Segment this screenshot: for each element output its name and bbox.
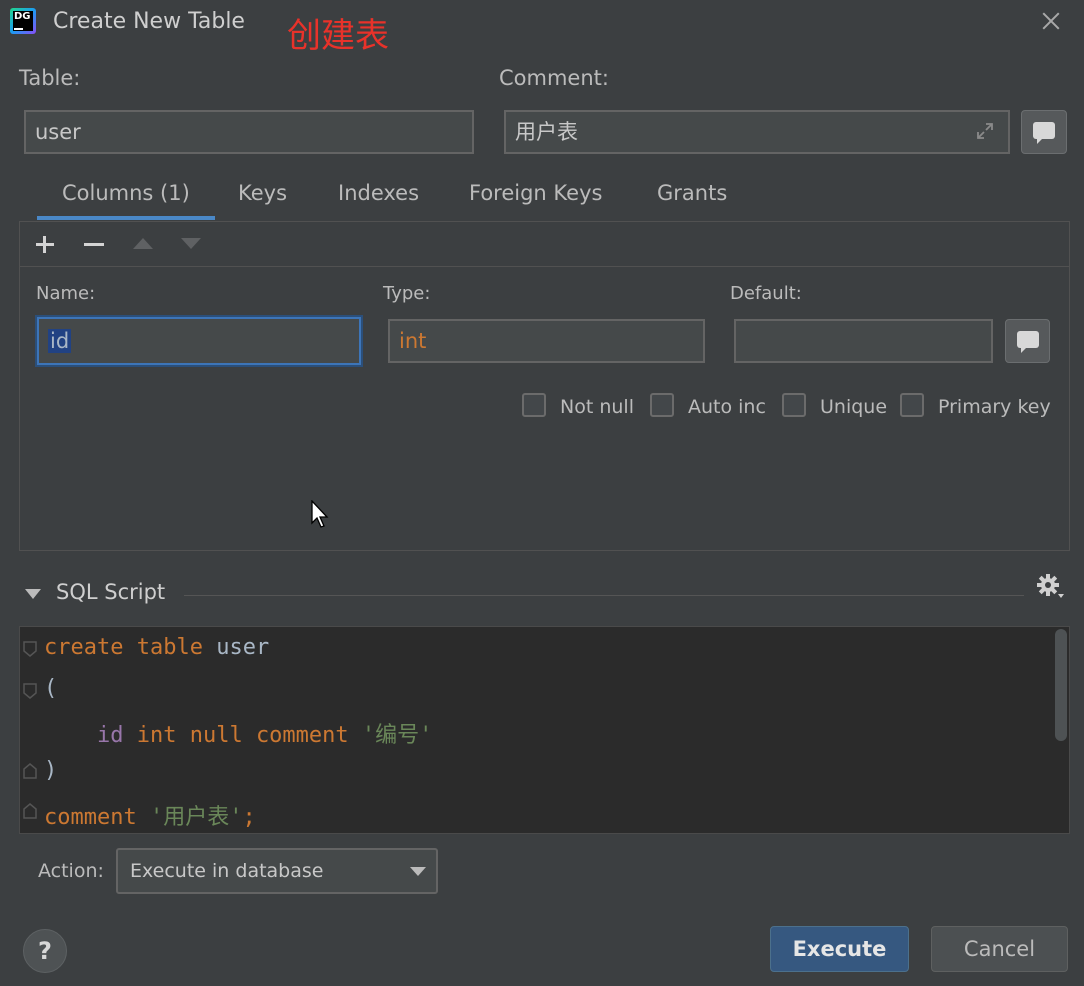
column-type-input[interactable]: int [388,319,705,363]
primary-key-checkbox[interactable] [900,393,924,417]
code-line: create table user [44,635,270,660]
column-name-input[interactable]: id [37,317,361,365]
window-title: Create New Table [53,9,245,34]
fold-icon[interactable] [23,641,37,657]
editor-scrollbar[interactable] [1055,629,1067,741]
sql-script-title: SQL Script [56,580,166,604]
action-label: Action: [38,860,104,882]
comment-bubble-icon [1033,122,1055,144]
action-selected-value: Execute in database [130,860,324,882]
columns-panel [19,221,1070,551]
tab-columns[interactable]: Columns (1) [62,181,190,205]
tab-keys[interactable]: Keys [238,181,287,205]
table-label: Table: [19,66,81,90]
code-line: ( [44,676,58,701]
add-column-icon[interactable] [32,231,58,257]
type-label: Type: [383,283,431,304]
cancel-button[interactable]: Cancel [931,926,1068,972]
not-null-label: Not null [560,396,634,418]
tab-indexes[interactable]: Indexes [338,181,419,205]
close-icon[interactable] [1036,6,1066,36]
move-up-icon[interactable] [133,238,153,249]
code-line: id int null comment '编号' [96,723,433,748]
collapse-icon[interactable] [25,589,41,599]
help-button[interactable]: ? [23,929,67,973]
tab-foreign-keys[interactable]: Foreign Keys [469,181,602,205]
table-name-input[interactable]: user [24,110,474,154]
tab-grants[interactable]: Grants [657,181,727,205]
chevron-down-icon [410,867,426,876]
execute-button[interactable]: Execute [770,926,909,972]
sql-divider [184,595,1024,596]
code-line: ) [44,758,58,783]
not-null-checkbox[interactable] [522,393,546,417]
unique-checkbox[interactable] [782,393,806,417]
default-bubble-icon [1017,331,1039,353]
mouse-cursor-icon [311,500,329,528]
unique-label: Unique [820,396,888,418]
primary-key-label: Primary key [938,396,1051,418]
comment-input[interactable]: 用户表 [504,110,1010,154]
expand-icon[interactable] [974,120,996,142]
column-default-input[interactable] [734,319,993,363]
fold-end-icon[interactable] [23,803,37,819]
code-line: comment '用户表'; [44,805,256,830]
gear-icon[interactable] [1034,572,1066,602]
action-select[interactable]: Execute in database [116,848,438,894]
auto-inc-label: Auto inc [688,396,766,418]
datagrip-logo: DG [10,8,36,34]
annotation-label: 创建表 [287,16,389,56]
toolbar-divider [20,266,1069,267]
column-name-value: id [48,329,72,353]
default-edit-button[interactable] [1005,319,1050,363]
remove-column-icon[interactable] [80,231,106,257]
default-label: Default: [730,283,802,304]
fold-end-icon[interactable] [23,763,37,779]
active-tab-indicator [37,216,215,220]
comment-label: Comment: [499,66,609,90]
fold-icon[interactable] [23,683,37,699]
auto-inc-checkbox[interactable] [650,393,674,417]
sql-editor[interactable]: create table user ( id int null comment … [19,626,1070,834]
comment-edit-button[interactable] [1021,110,1067,154]
name-label: Name: [36,283,96,304]
move-down-icon[interactable] [181,238,201,249]
comment-value: 用户表 [515,120,578,144]
